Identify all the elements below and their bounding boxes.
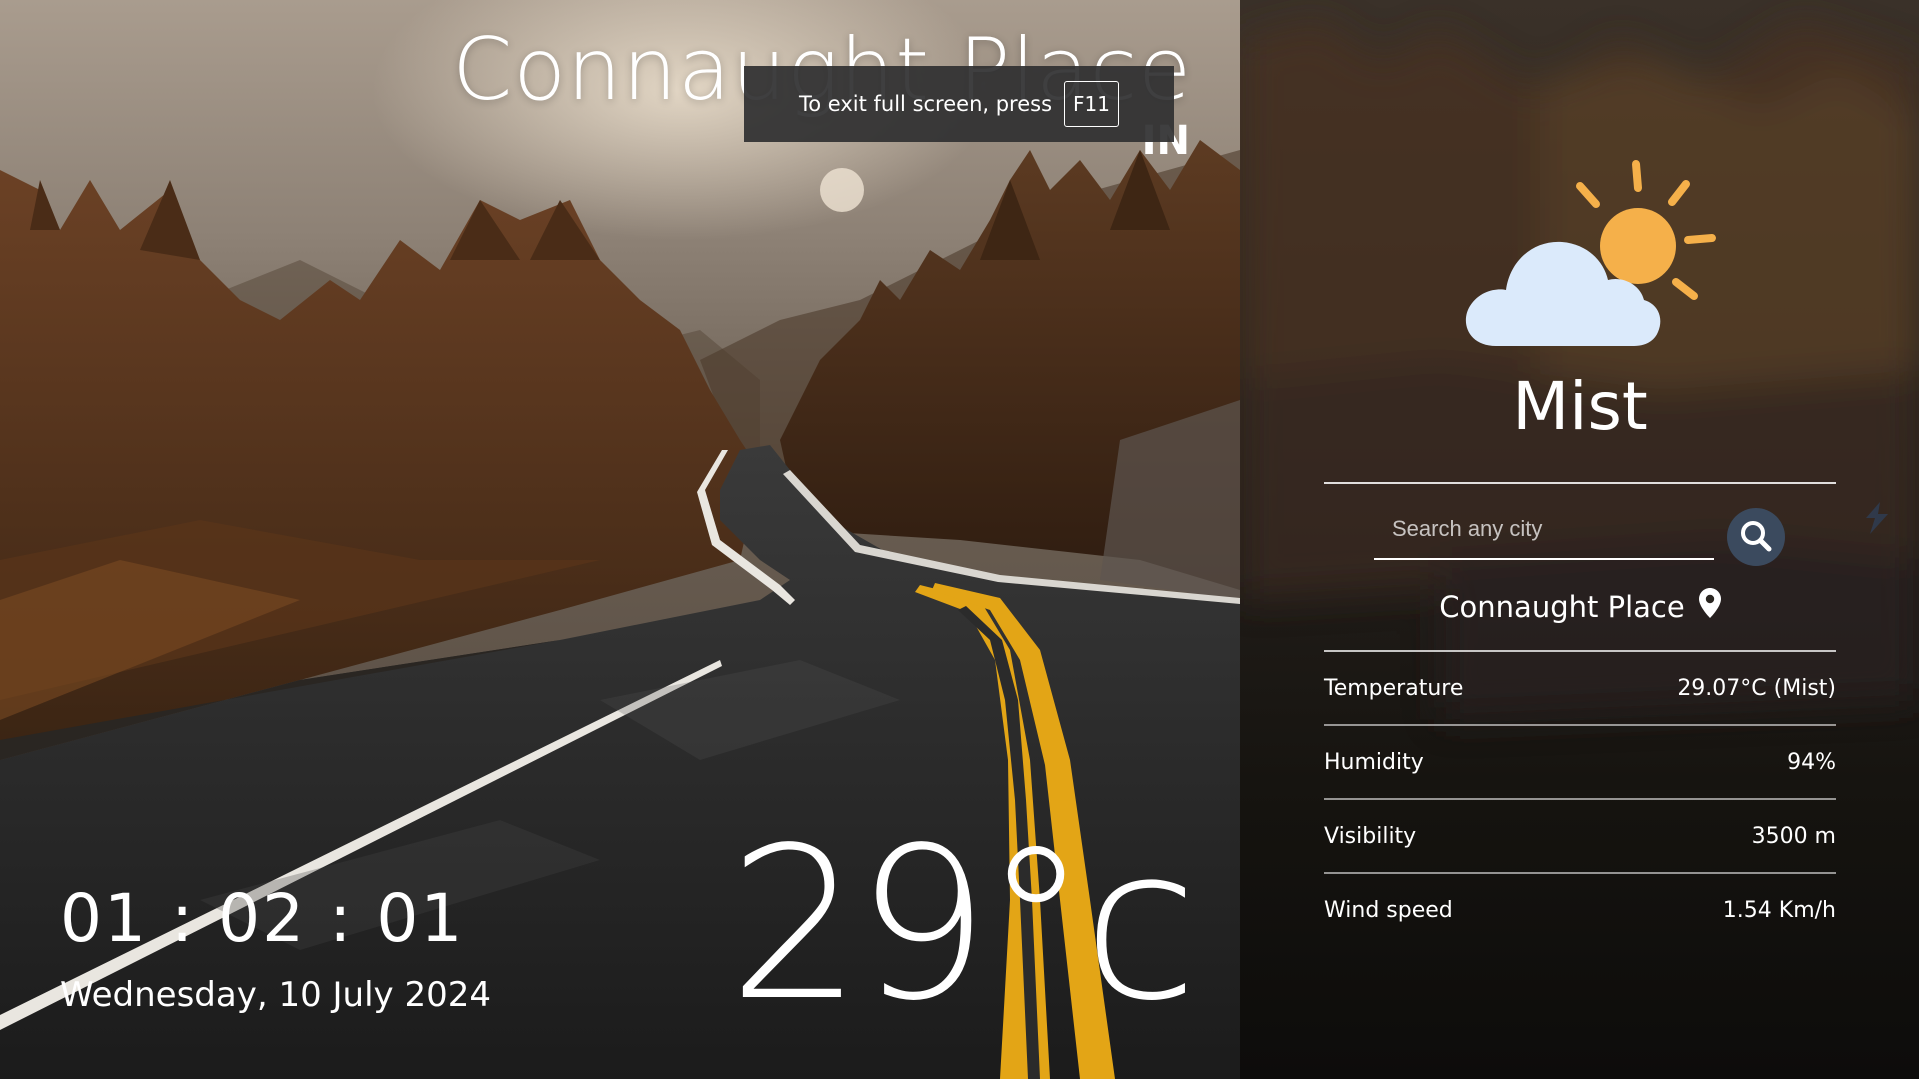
current-temperature: 29°c: [728, 802, 1198, 1047]
search-icon: [1739, 519, 1773, 556]
search-button[interactable]: [1727, 508, 1785, 566]
city-search: [1374, 500, 1714, 564]
f11-key-badge: F11: [1064, 81, 1119, 127]
stat-row-wind-speed: Wind speed 1.54 Km/h: [1324, 874, 1836, 946]
side-handle-icon[interactable]: [1862, 500, 1892, 536]
digital-clock: 01 : 02 : 01: [60, 880, 465, 957]
stat-label: Wind speed: [1324, 897, 1453, 923]
partly-cloudy-icon: [1458, 150, 1728, 360]
fullscreen-toast-message: To exit full screen, press: [799, 92, 1053, 116]
weather-details-panel: Mist Connaught Place: [1240, 0, 1919, 1079]
weather-app: Connaught Place IN To exit full screen, …: [0, 0, 1919, 1079]
stat-value: 94%: [1787, 749, 1836, 775]
current-date: Wednesday, 10 July 2024: [60, 975, 492, 1015]
background-scene: Connaught Place IN To exit full screen, …: [0, 0, 1240, 1079]
stat-label: Temperature: [1324, 675, 1464, 701]
weather-stats-list: Temperature 29.07°C (Mist) Humidity 94% …: [1324, 650, 1836, 946]
fullscreen-exit-toast: To exit full screen, press F11: [744, 66, 1174, 142]
location-display: Connaught Place: [1324, 588, 1836, 625]
location-pin-icon: [1698, 588, 1721, 625]
stat-value: 29.07°C (Mist): [1677, 675, 1836, 701]
stat-row-humidity: Humidity 94%: [1324, 726, 1836, 800]
stat-value: 3500 m: [1751, 823, 1836, 849]
location-name: Connaught Place: [1439, 589, 1685, 624]
stat-row-temperature: Temperature 29.07°C (Mist): [1324, 652, 1836, 726]
condition-divider: [1324, 482, 1836, 484]
stat-value: 1.54 Km/h: [1722, 897, 1836, 923]
stat-label: Humidity: [1324, 749, 1424, 775]
stat-label: Visibility: [1324, 823, 1417, 849]
city-search-input[interactable]: [1374, 500, 1714, 560]
weather-condition: Mist: [1512, 368, 1648, 445]
stat-row-visibility: Visibility 3500 m: [1324, 800, 1836, 874]
